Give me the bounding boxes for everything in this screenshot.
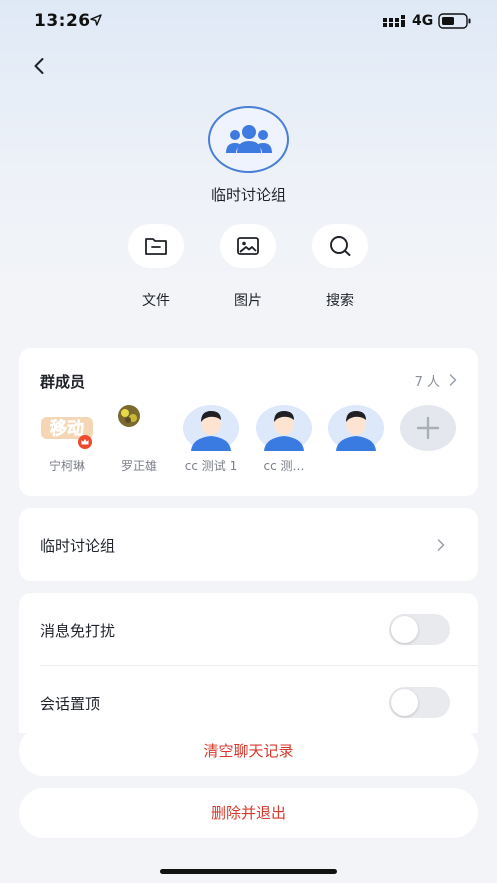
toggle-knob bbox=[391, 689, 418, 716]
files-action-label: 文件 bbox=[142, 293, 170, 309]
status-bar: 13:26 4G bbox=[0, 0, 497, 44]
back-button[interactable] bbox=[26, 52, 54, 80]
delete-and-exit-button[interactable]: 删除并退出 bbox=[19, 788, 478, 838]
add-member-circle[interactable] bbox=[400, 405, 456, 451]
default-user-avatar-icon bbox=[328, 405, 384, 451]
default-user-avatar-icon bbox=[256, 405, 312, 451]
photo-avatar-image bbox=[118, 405, 140, 427]
chevron-right-icon[interactable] bbox=[448, 373, 458, 387]
group-people-icon bbox=[225, 124, 272, 153]
files-action-button[interactable] bbox=[128, 224, 184, 268]
divider bbox=[40, 665, 478, 666]
mute-notifications-label: 消息免打扰 bbox=[40, 622, 116, 640]
svg-text:移动: 移动 bbox=[50, 418, 84, 439]
image-icon bbox=[237, 237, 259, 255]
member-avatar bbox=[182, 405, 240, 451]
members-count[interactable]: 7 人 bbox=[415, 371, 440, 390]
clear-history-button[interactable]: 清空聊天记录 bbox=[19, 726, 478, 776]
member-name: cc 测… bbox=[263, 459, 305, 473]
member-name: 宁柯琳 bbox=[48, 459, 85, 473]
member-item[interactable] bbox=[327, 405, 385, 457]
group-name-row-label: 临时讨论组 bbox=[40, 537, 116, 555]
settings-card: 消息免打扰 会话置顶 bbox=[19, 593, 478, 733]
member-name: 罗正雄 bbox=[120, 459, 157, 473]
member-name: cc 测试 1 bbox=[184, 459, 238, 473]
toggle-knob bbox=[391, 616, 418, 643]
group-avatar bbox=[208, 106, 289, 173]
pin-chat-toggle[interactable] bbox=[389, 687, 450, 718]
home-indicator bbox=[160, 869, 337, 874]
folder-icon bbox=[145, 238, 167, 255]
images-action[interactable]: 图片 bbox=[220, 224, 276, 310]
member-item[interactable]: 移动 宁柯琳 bbox=[38, 405, 96, 474]
group-name-row[interactable]: 临时讨论组 bbox=[19, 508, 478, 581]
search-action-button[interactable] bbox=[312, 224, 368, 268]
logo-avatar-image: 移动 bbox=[41, 417, 93, 449]
search-action[interactable]: 搜索 bbox=[312, 224, 368, 310]
member-avatar bbox=[110, 405, 168, 451]
pin-chat-label: 会话置顶 bbox=[40, 695, 101, 713]
location-arrow-icon bbox=[90, 14, 102, 26]
images-action-button[interactable] bbox=[220, 224, 276, 268]
member-avatar bbox=[327, 405, 385, 451]
status-time: 13:26 bbox=[34, 11, 91, 31]
signal-icon bbox=[383, 15, 405, 27]
network-label: 4G bbox=[412, 13, 434, 29]
group-name: 临时讨论组 bbox=[210, 186, 286, 204]
search-icon bbox=[330, 236, 351, 256]
member-item[interactable]: cc 测试 1 bbox=[182, 405, 240, 474]
mute-notifications-toggle[interactable] bbox=[389, 614, 450, 645]
images-action-label: 图片 bbox=[234, 293, 262, 309]
battery-icon bbox=[438, 13, 471, 29]
member-avatar bbox=[255, 405, 313, 451]
member-item[interactable]: 罗正雄 bbox=[110, 405, 168, 474]
default-user-avatar-icon bbox=[183, 405, 239, 451]
member-item[interactable]: cc 测… bbox=[255, 405, 313, 474]
member-avatar: 移动 bbox=[38, 405, 96, 451]
files-action[interactable]: 文件 bbox=[128, 224, 184, 310]
members-card: 群成员 7 人 移动 宁柯琳 罗正雄 cc 测试 1 cc 测… bbox=[19, 348, 478, 496]
chevron-right-icon bbox=[437, 539, 445, 551]
plus-icon bbox=[416, 416, 440, 440]
search-action-label: 搜索 bbox=[326, 293, 354, 309]
members-title: 群成员 bbox=[40, 373, 86, 391]
add-member-button[interactable] bbox=[400, 405, 458, 451]
